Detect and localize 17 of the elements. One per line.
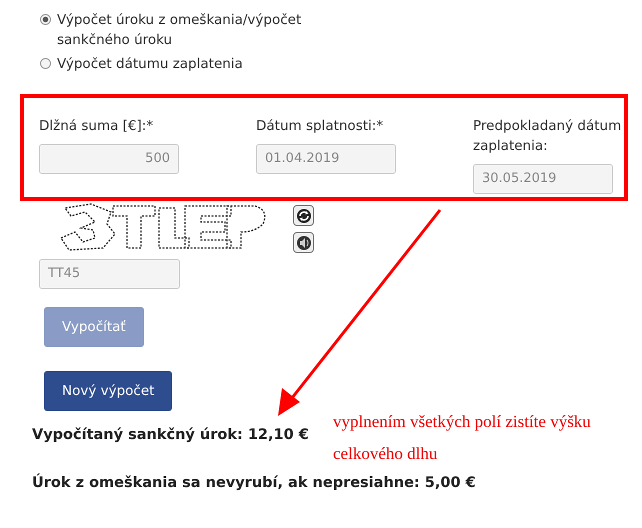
action-button[interactable]: Nový výpočet	[44, 371, 172, 411]
radio-label[interactable]: Výpočet dátumu zaplatenia	[57, 54, 243, 74]
input-field[interactable]: 01.04.2019	[256, 144, 396, 174]
input-field[interactable]: 30.05.2019	[473, 164, 613, 194]
radio-button[interactable]	[40, 58, 51, 69]
result-text: Vypočítaný sankčný úrok: 12,10 €	[32, 427, 310, 443]
radio-label[interactable]: Výpočet úroku z omeškania/výpočet sankčného úroku	[57, 10, 370, 50]
field-label: Dlžná suma [€]:*	[39, 117, 154, 136]
radio-button[interactable]	[40, 14, 51, 25]
refresh-icon[interactable]	[293, 205, 314, 226]
speaker-icon[interactable]	[293, 232, 314, 253]
captcha-field[interactable]: TT45	[39, 259, 180, 289]
field-label: Predpokladaný dátum zaplatenia:	[473, 117, 622, 156]
input-field[interactable]: 500	[39, 144, 179, 174]
field-label: Dátum splatnosti:*	[256, 117, 384, 136]
result-text: Úrok z omeškania sa nevyrubí, ak nepresiahne: 5,00 €	[32, 475, 477, 491]
annotation-text: vyplnením všetkých polí zistíte výšku celkového dlhu	[333, 411, 592, 465]
